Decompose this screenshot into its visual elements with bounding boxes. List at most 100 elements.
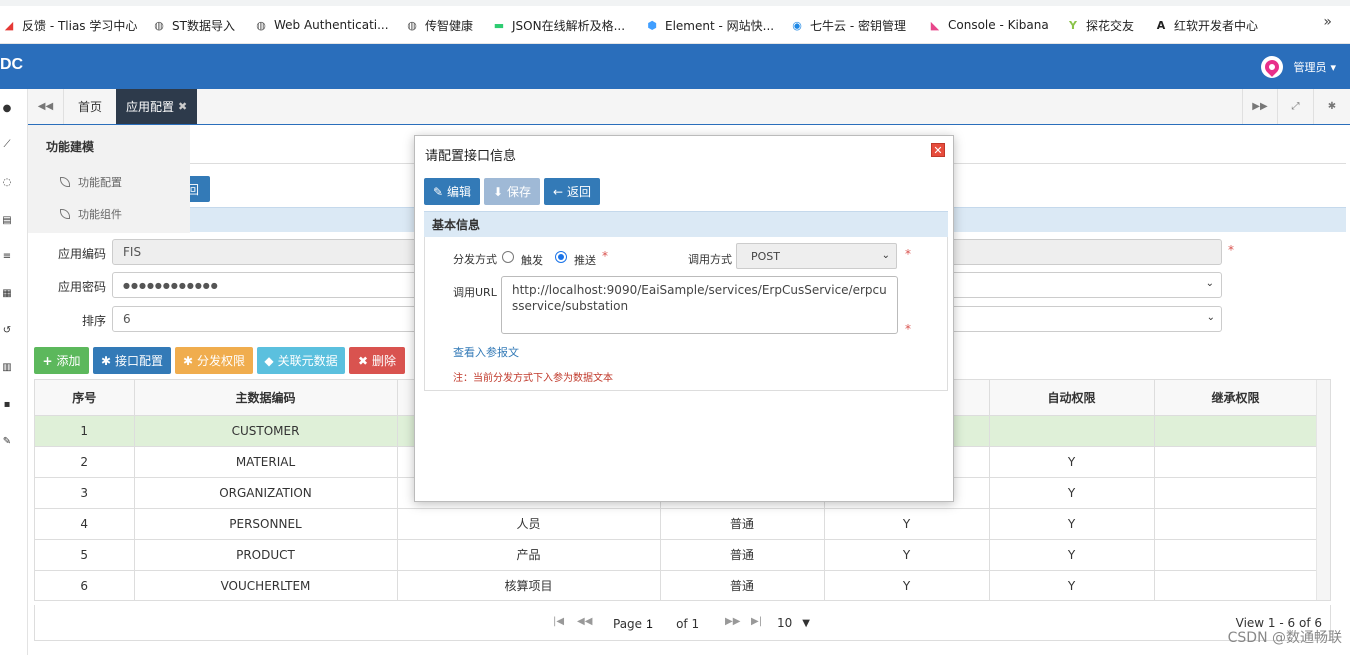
close-icon[interactable]: ✕ (931, 143, 945, 157)
chevron-down-icon: ▼ (802, 617, 810, 629)
bookmark-tanhua[interactable]: Y 探花交友 (1066, 16, 1134, 34)
basic-info-header: 基本信息 (424, 211, 948, 237)
database-icon[interactable]: ▤ (0, 213, 14, 227)
table-row[interactable]: 5 PRODUCT 产品 普通 Y Y (35, 539, 1318, 571)
chart-icon[interactable]: ⟋ (0, 137, 14, 151)
bookmark-qiniu[interactable]: ◉ 七牛云 - 密钥管理 (790, 16, 906, 34)
fullscreen-icon[interactable]: ⤢ (1278, 89, 1314, 124)
radio-push-label: 推送 (574, 254, 596, 267)
leaf-icon (60, 209, 70, 219)
flyout-item-function-config[interactable]: 功能配置 (60, 174, 122, 190)
tanhua-icon: Y (1069, 18, 1077, 32)
edit-button[interactable]: ✎ 编辑 (424, 178, 480, 205)
bookmark-web-auth[interactable]: ◍ Web Authenticati... (254, 16, 388, 34)
close-icon[interactable]: ✖ (178, 100, 187, 113)
bookmark-kibana[interactable]: ◣ Console - Kibana (928, 16, 1049, 34)
first-page-icon[interactable]: |◀ (553, 616, 564, 627)
gear-icon: ✱ (182, 353, 194, 368)
app-logo: DC (0, 56, 24, 73)
gear-icon[interactable]: ✱ (1314, 89, 1350, 124)
json-icon: ▬ (493, 18, 505, 32)
tabs-prev-icon[interactable]: ◀◀ (28, 89, 64, 124)
page-size-select[interactable]: 10 ▼ (777, 616, 810, 630)
address-bar-strip (0, 0, 1350, 6)
interface-config-button[interactable]: ✱ 接口配置 (93, 347, 171, 374)
plus-icon: + (42, 353, 53, 368)
feedback-icon: ◢ (4, 18, 14, 32)
grid-scrollbar[interactable] (1316, 380, 1330, 600)
code-label: 应用编码 (57, 247, 106, 261)
watermark: CSDN @数通畅联 (1227, 630, 1342, 646)
tab-home[interactable]: 首页 (68, 89, 112, 124)
globe-icon: ◍ (407, 18, 417, 32)
bookmark-chuanzhi[interactable]: ◍ 传智健康 (405, 16, 473, 34)
tabs-next-icon[interactable]: ▶▶ (1242, 89, 1278, 124)
url-textarea[interactable]: http://localhost:9090/EaiSample/services… (501, 276, 898, 334)
delete-button[interactable]: ✖ 删除 (349, 347, 405, 374)
history-icon[interactable]: ↺ (0, 323, 14, 337)
required-mark: * (905, 322, 911, 336)
save-button[interactable]: ⬇ 保存 (484, 178, 540, 205)
prev-page-icon[interactable]: ◀◀ (577, 616, 592, 627)
tab-app-config[interactable]: 应用配置 ✖ (116, 89, 198, 124)
next-page-icon[interactable]: ▶▶ (725, 616, 740, 627)
col-header-inherit-perm[interactable]: 继承权限 (1154, 380, 1318, 416)
caret-down-icon: ▾ (1330, 60, 1336, 74)
bookmark-tlias[interactable]: ◢ 反馈 - Tlias 学习中心 (2, 16, 138, 34)
list-icon[interactable]: ≡ (0, 249, 14, 263)
last-page-icon[interactable]: ▶| (751, 616, 762, 627)
chevron-down-icon: ⌄ (1206, 312, 1215, 323)
link-metadata-button[interactable]: ◆ 关联元数据 (257, 347, 345, 374)
pager: |◀ ◀◀ Page of 1 ▶▶ ▶| 10▼ View 1 - 6 of … (34, 605, 1331, 641)
flyout-title: 功能建模 (46, 140, 95, 154)
close-icon: ✖ (357, 353, 369, 368)
bookmark-st-import[interactable]: ◍ ST数据导入 (152, 16, 235, 34)
element-icon: ⬢ (647, 18, 657, 32)
arrow-left-icon: ← (552, 184, 564, 199)
required-mark: * (602, 249, 608, 263)
left-icon-rail: ● ⟋ ◌ ▤ ≡ ▦ ↺ ▥ ▪ ✎ (0, 89, 28, 655)
radio-push[interactable] (555, 251, 567, 263)
wrench-icon[interactable]: ✎ (0, 434, 14, 448)
page-control: Page of 1 (613, 616, 699, 632)
add-button[interactable]: + 添加 (34, 347, 89, 374)
globe-icon: ◍ (154, 18, 164, 32)
order-label: 排序 (81, 314, 106, 328)
bookmark-hongruan[interactable]: A 红软开发者中心 (1154, 16, 1258, 34)
chevron-right-icon[interactable]: » (1323, 14, 1332, 30)
radio-trigger[interactable] (502, 251, 514, 263)
interface-config-dialog: 请配置接口信息 ✕ ✎ 编辑 ⬇ 保存 ← 返回 基本信息 分发方式 触发 推送 * … (414, 135, 954, 502)
chevron-down-icon: ⌄ (1205, 278, 1215, 289)
col-header-auto-perm[interactable]: 自动权限 (989, 380, 1155, 416)
user-menu[interactable]: 管理员 ▾ (1261, 56, 1336, 78)
required-mark: * (1228, 243, 1234, 257)
dispatch-permission-button[interactable]: ✱ 分发权限 (175, 347, 253, 374)
location-pin-icon (1262, 57, 1283, 77)
table-row[interactable]: 4 PERSONNEL 人员 普通 Y Y (35, 508, 1318, 540)
required-mark: * (905, 247, 911, 261)
leaf-icon (60, 177, 70, 187)
chevron-down-icon: ⌄ (881, 250, 890, 261)
table-row[interactable]: 6 VOUCHERLTEM 核算项目 普通 Y Y (35, 570, 1318, 600)
bookmark-json[interactable]: ▬ JSON在线解析及格... (492, 16, 625, 34)
qiniu-icon: ◉ (792, 18, 802, 32)
return-button[interactable]: ← 返回 (544, 178, 600, 205)
archive-icon[interactable]: ▪ (0, 397, 14, 411)
secret-label: 应用密码 (57, 280, 106, 294)
call-method-label: 调用方式 (688, 253, 732, 266)
flyout-item-function-component[interactable]: 功能组件 (60, 206, 122, 222)
radio-trigger-label: 触发 (521, 254, 543, 267)
page-input[interactable] (642, 616, 671, 632)
call-method-select[interactable]: POST ⌄ (736, 243, 897, 269)
bookmark-element[interactable]: ⬢ Element - 网站快... (645, 16, 774, 34)
flyout-menu: 功能建模 功能配置 功能组件 (28, 125, 190, 233)
dashboard-icon[interactable]: ● (0, 101, 14, 115)
col-header-index[interactable]: 序号 (35, 380, 135, 416)
spinner-icon[interactable]: ◌ (0, 175, 14, 189)
film-icon[interactable]: ▥ (0, 360, 14, 374)
view-request-link[interactable]: 查看入参报文 (453, 344, 519, 360)
dialog-title: 请配置接口信息 (425, 149, 517, 164)
avatar (1261, 56, 1284, 78)
server-icon[interactable]: ▦ (0, 286, 14, 300)
col-header-code[interactable]: 主数据编码 (134, 380, 398, 416)
